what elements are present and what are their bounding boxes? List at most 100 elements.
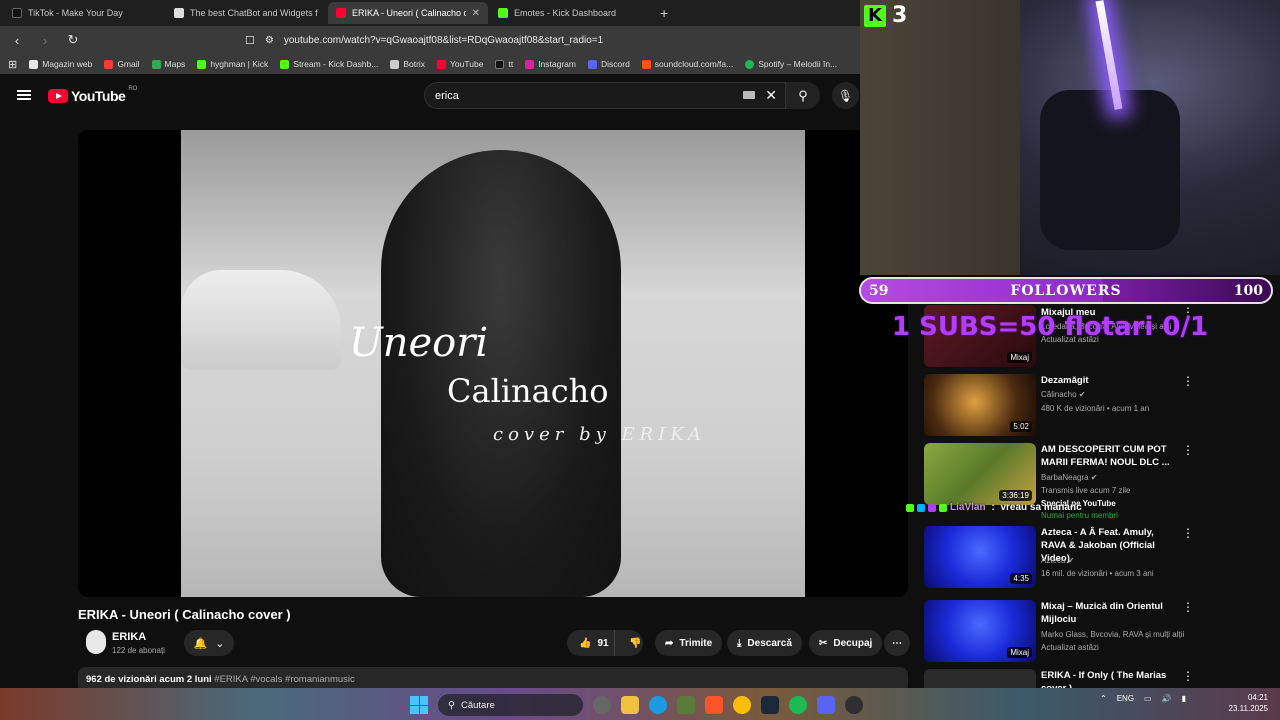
video-thumbnail[interactable]: 3:36:19 [924,443,1036,505]
download-button[interactable]: ⤓ Descarcă [727,630,802,656]
notification-button[interactable]: 🔔 ⌄ [184,630,234,656]
bookmark-item[interactable]: Magazin web [29,59,92,69]
app-icon[interactable] [593,696,611,714]
keyboard-icon[interactable] [743,91,755,99]
chrome-icon[interactable] [733,696,751,714]
volume-icon[interactable]: 🔊 [1162,694,1172,703]
windows-start-icon[interactable] [410,696,428,714]
forward-icon[interactable]: › [38,33,52,48]
browser-tab-tiktok[interactable]: TikTok - Make Your Day [4,2,164,24]
viewer-count: 3 [892,3,908,28]
minecraft-icon[interactable] [677,696,695,714]
voice-search-button[interactable]: 🎙 [832,82,859,109]
share-button[interactable]: ➦ Trimite [655,630,723,656]
bookmark-item[interactable]: Instagram [525,59,576,69]
apps-icon[interactable]: ⊞ [8,58,17,71]
hashtags[interactable]: #ERIKA #vocals #romanianmusic [214,674,354,685]
bookmark-item[interactable]: tt [495,59,513,69]
more-options-icon[interactable]: ⋮ [1182,669,1194,683]
video-player[interactable]: Uneori Calinacho cover by ERIKA [78,130,908,597]
search-input[interactable]: erica ✕ [424,82,786,109]
close-tab-icon[interactable]: ✕ [472,8,480,19]
bookmark-label: Botrix [403,59,426,69]
discord-icon [587,59,597,69]
search-icon: ⚲ [798,87,808,103]
chevron-down-icon: ⌄ [215,637,225,650]
steam-icon[interactable] [761,696,779,714]
battery-icon[interactable]: ▮ [1182,694,1186,703]
site-info-icon[interactable]: ⚙ [265,35,274,46]
new-tab-button[interactable]: + [660,5,668,21]
language-indicator[interactable]: ENG [1117,694,1134,703]
video-thumbnail[interactable]: Mixaj [924,600,1036,662]
more-options-icon[interactable]: ⋮ [1182,443,1194,457]
video-thumbnail[interactable] [924,669,1036,688]
recommendation-channel: BarbaNeagra ✔ [1041,473,1098,482]
browser-tab-kick[interactable]: Emotes - Kick Dashboard [490,2,650,24]
channel-name[interactable]: ERIKA [112,631,146,643]
address-bar[interactable]: ☐ ⚙ youtube.com/watch?v=qGwaoajtf08&list… [245,29,855,51]
recommendation-title[interactable]: ERIKA - If Only ( The Marias cover ) [1041,669,1176,688]
recommendation-title[interactable]: Mixaj – Muzică din Orientul Mijlociu [1041,600,1176,626]
taskbar-search[interactable]: ⚲ Căutare [438,694,583,716]
video-frame[interactable]: Uneori Calinacho cover by ERIKA [181,130,805,597]
bookmark-item[interactable]: Discord [587,59,630,69]
webcam-chair [1040,90,1180,250]
bookmark-item[interactable]: Maps [151,59,185,69]
like-button[interactable]: 👍 91 [567,630,615,656]
obs-icon[interactable] [845,696,863,714]
bookmark-item[interactable]: YouTube [437,59,483,69]
recommendation-title[interactable]: Dezamăgit [1041,374,1176,387]
gift-badge-icon [939,503,947,512]
clip-button[interactable]: ✂ Decupaj [809,630,883,656]
recommendation-item[interactable]: 5:02 Dezamăgit Călinacho ✔ 480 K de vizi… [924,374,1194,436]
chevron-up-icon[interactable]: ⌃ [1100,694,1107,703]
instagram-icon [525,59,535,69]
url-text[interactable]: youtube.com/watch?v=qGwaoajtf08&list=RDq… [284,35,603,46]
recommendation-meta: Actualizat astăzi [1041,643,1099,652]
bookmark-item[interactable]: hyghman | Kick [197,59,268,69]
browser-tab-botrix[interactable]: The best ChatBot and Widgets for Kick [166,2,326,24]
more-actions-button[interactable]: ⋯ [884,630,910,656]
more-options-icon[interactable]: ⋮ [1182,526,1194,540]
recommendation-item[interactable]: 4:35 Azteca - A Â Feat. Amuly, RAVA & Ja… [924,526,1194,588]
more-options-icon[interactable]: ⋮ [1182,374,1194,388]
clear-search-icon[interactable]: ✕ [765,87,777,104]
file-explorer-icon[interactable] [621,696,639,714]
bookmark-item[interactable]: Gmail [104,59,140,69]
browser-tab-youtube[interactable]: ERIKA - Uneori ( Calinacho cover ) ✕ [328,2,488,24]
kick-badge-icon [906,503,914,512]
bookmark-item[interactable]: Stream - Kick Dashb... [280,59,378,69]
video-thumbnail[interactable]: 4:35 [924,526,1036,588]
bookmark-label: hyghman | Kick [210,59,269,69]
spotify-icon[interactable] [789,696,807,714]
recommendation-title[interactable]: AM DESCOPERIT CUM POT MARII FERMA! NOUL … [1041,443,1176,469]
video-thumbnail[interactable]: 5:02 [924,374,1036,436]
chat-text: vreau sa mananc [1000,502,1082,513]
bookmark-item[interactable]: soundcloud.com/fa... [641,59,733,69]
network-icon[interactable]: ▭ [1144,694,1152,703]
back-icon[interactable]: ‹ [10,33,24,48]
edge-icon[interactable] [649,696,667,714]
more-options-icon[interactable]: ⋮ [1182,600,1194,614]
clock[interactable]: 04:21 23.11.2025 [1224,692,1268,714]
bookmark-star-icon[interactable]: ☐ [245,34,255,47]
bookmark-item[interactable]: Botrix [390,59,425,69]
dislike-button[interactable]: 👎 [621,638,641,649]
search-button[interactable]: ⚲ [786,82,820,109]
youtube-wordmark: YouTube [71,88,126,104]
menu-icon[interactable] [17,90,31,100]
recommendation-item[interactable]: ERIKA - If Only ( The Marias cover ) ⋮ [924,669,1194,688]
channel-avatar[interactable] [86,630,106,654]
taskbar-search-label: Căutare [460,699,495,711]
thumbs-up-icon: 👍 [579,637,592,649]
moderator-badge-icon [917,503,925,512]
tab-bar: TikTok - Make Your Day The best ChatBot … [0,0,860,26]
brave-icon[interactable] [705,696,723,714]
search-value[interactable]: erica [435,90,459,102]
recommendation-item[interactable]: Mixaj Mixaj – Muzică din Orientul Mijloc… [924,600,1194,662]
bookmark-item[interactable]: Spotify – Melodii în... [745,59,837,69]
reload-icon[interactable]: ↻ [66,32,80,48]
discord-icon[interactable] [817,696,835,714]
youtube-logo[interactable]: YouTube RO [48,86,137,104]
